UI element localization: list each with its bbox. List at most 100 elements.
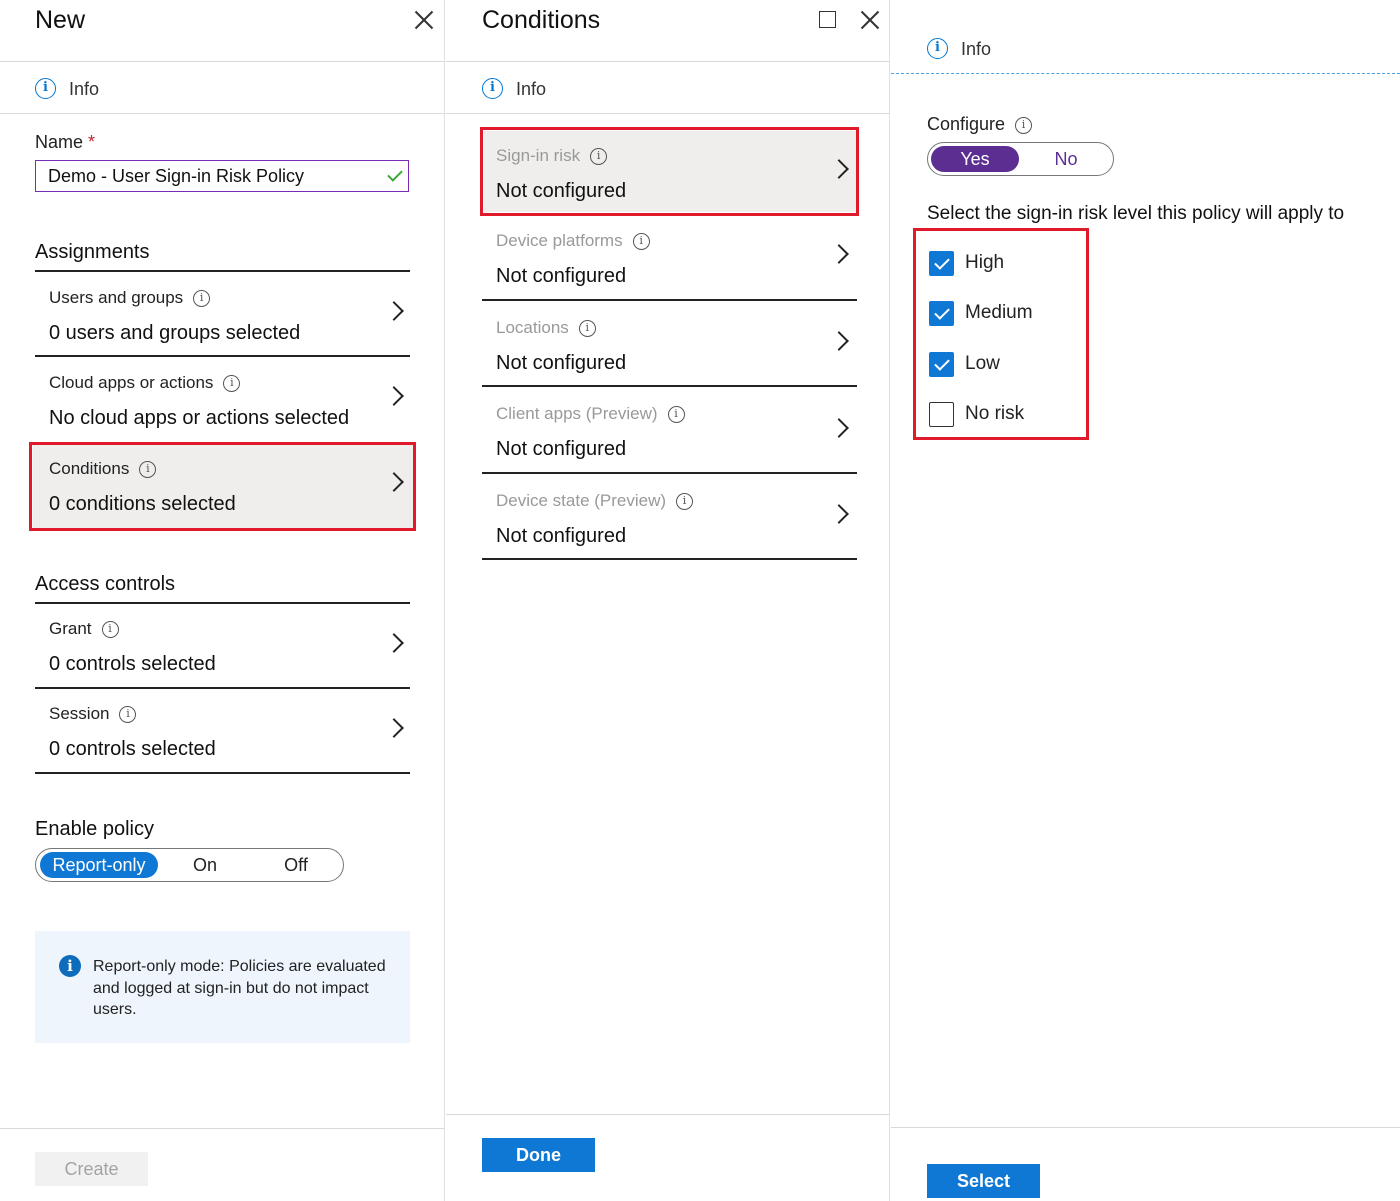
info-icon[interactable]: i bbox=[676, 493, 694, 511]
row-value: 0 controls selected bbox=[49, 738, 216, 760]
focus-divider bbox=[891, 73, 1400, 74]
info-icon[interactable]: i bbox=[101, 621, 119, 639]
row-label: Sign-in risk i bbox=[496, 146, 608, 166]
toggle-off[interactable]: Off bbox=[252, 852, 340, 878]
info-icon: i bbox=[482, 78, 503, 99]
name-label-text: Name bbox=[35, 132, 84, 152]
info-icon[interactable]: i bbox=[193, 290, 211, 308]
required-mark: * bbox=[88, 132, 96, 152]
configure-label-text: Configure bbox=[927, 114, 1006, 134]
checkbox[interactable] bbox=[929, 402, 954, 427]
checkbox[interactable] bbox=[929, 301, 954, 326]
divider bbox=[482, 299, 857, 301]
row-label-text: Cloud apps or actions bbox=[49, 373, 214, 392]
name-field[interactable] bbox=[35, 160, 409, 192]
info-icon: i bbox=[927, 38, 948, 59]
info-icon[interactable]: i bbox=[119, 706, 137, 724]
chevron-right-icon bbox=[829, 244, 849, 264]
chevron-right-icon bbox=[829, 418, 849, 438]
row-label-text: Users and groups bbox=[49, 288, 184, 307]
row-value: No cloud apps or actions selected bbox=[49, 407, 350, 429]
info-icon[interactable]: i bbox=[223, 375, 241, 393]
checkbox-label: No risk bbox=[965, 403, 1025, 424]
name-label: Name * bbox=[35, 132, 95, 153]
row-label-text: Client apps (Preview) bbox=[496, 404, 658, 423]
row-label-text: Locations bbox=[496, 318, 569, 337]
new-policy-blade: New i Info Name * Assignments Users and … bbox=[0, 0, 445, 1201]
row-label: Locations i bbox=[496, 318, 596, 338]
divider bbox=[35, 602, 410, 604]
create-button[interactable]: Create bbox=[35, 1152, 148, 1186]
divider bbox=[0, 113, 445, 114]
row-value: Not configured bbox=[496, 180, 627, 202]
enable-policy-toggle: Report-only On Off bbox=[35, 848, 344, 882]
info-icon[interactable]: i bbox=[578, 320, 596, 338]
divider bbox=[446, 61, 890, 62]
row-label: Conditions i bbox=[49, 459, 157, 479]
info-icon[interactable]: i bbox=[632, 233, 650, 251]
close-icon[interactable] bbox=[860, 10, 880, 30]
checkbox[interactable] bbox=[929, 352, 954, 377]
chevron-right-icon bbox=[384, 633, 404, 653]
toggle-on[interactable]: On bbox=[162, 852, 248, 878]
row-label: Grant i bbox=[49, 619, 119, 639]
row-value: 0 conditions selected bbox=[49, 493, 236, 515]
row-label: Users and groups i bbox=[49, 288, 211, 308]
done-button[interactable]: Done bbox=[482, 1138, 595, 1172]
row-value: Not configured bbox=[496, 265, 627, 287]
chevron-right-icon bbox=[829, 504, 849, 524]
divider bbox=[446, 113, 890, 114]
divider bbox=[0, 1128, 445, 1129]
toggle-report-only[interactable]: Report-only bbox=[40, 852, 158, 878]
divider bbox=[35, 687, 410, 689]
row-label-text: Grant bbox=[49, 619, 92, 638]
info-icon[interactable]: i bbox=[667, 406, 685, 424]
chevron-right-icon bbox=[829, 331, 849, 351]
info-icon[interactable]: i bbox=[1015, 116, 1033, 134]
info-filled-icon: i bbox=[59, 955, 81, 977]
checkbox[interactable] bbox=[929, 251, 954, 276]
divider bbox=[35, 772, 410, 774]
row-label: Client apps (Preview) i bbox=[496, 404, 685, 424]
select-button[interactable]: Select bbox=[927, 1164, 1040, 1198]
checkbox-label: Medium bbox=[965, 302, 1033, 323]
divider bbox=[482, 558, 857, 560]
divider bbox=[35, 355, 410, 357]
row-label: Device state (Preview) i bbox=[496, 491, 694, 511]
maximize-icon[interactable] bbox=[819, 11, 836, 28]
row-label-text: Session bbox=[49, 704, 110, 723]
report-only-notice: i Report-only mode: Policies are evaluat… bbox=[35, 931, 410, 1043]
row-label: Device platforms i bbox=[496, 231, 650, 251]
divider bbox=[35, 270, 410, 272]
notice-text: Report-only mode: Policies are evaluated… bbox=[93, 958, 386, 1018]
row-value: Not configured bbox=[496, 352, 627, 374]
info-link[interactable]: Info bbox=[961, 39, 991, 60]
configure-label: Configure i bbox=[927, 114, 1033, 135]
access-controls-heading: Access controls bbox=[35, 573, 176, 595]
row-label-text: Sign-in risk bbox=[496, 146, 581, 165]
info-link[interactable]: Info bbox=[516, 79, 546, 100]
info-icon[interactable]: i bbox=[590, 148, 608, 166]
configure-toggle: Yes No bbox=[927, 142, 1114, 176]
toggle-yes[interactable]: Yes bbox=[931, 146, 1019, 172]
info-icon[interactable]: i bbox=[139, 461, 157, 479]
info-link[interactable]: Info bbox=[69, 79, 99, 100]
row-value: Not configured bbox=[496, 438, 627, 460]
instruction-text: Select the sign-in risk level this polic… bbox=[927, 203, 1345, 224]
chevron-right-icon bbox=[384, 718, 404, 738]
info-icon: i bbox=[35, 78, 56, 99]
row-value: 0 users and groups selected bbox=[49, 322, 301, 344]
sign-in-risk-blade: i Info Configure i Yes No Select the sign… bbox=[891, 0, 1400, 1201]
toggle-no[interactable]: No bbox=[1023, 146, 1109, 172]
row-label-text: Conditions bbox=[49, 459, 130, 478]
enable-policy-heading: Enable policy bbox=[35, 818, 154, 840]
divider bbox=[0, 61, 445, 62]
row-label-text: Device state (Preview) bbox=[496, 491, 667, 510]
close-icon[interactable] bbox=[414, 10, 434, 30]
row-value: 0 controls selected bbox=[49, 653, 216, 675]
divider bbox=[891, 1127, 1400, 1128]
row-value: Not configured bbox=[496, 525, 627, 547]
row-label-text: Device platforms bbox=[496, 231, 623, 250]
assignments-heading: Assignments bbox=[35, 241, 150, 263]
chevron-right-icon bbox=[384, 301, 404, 321]
